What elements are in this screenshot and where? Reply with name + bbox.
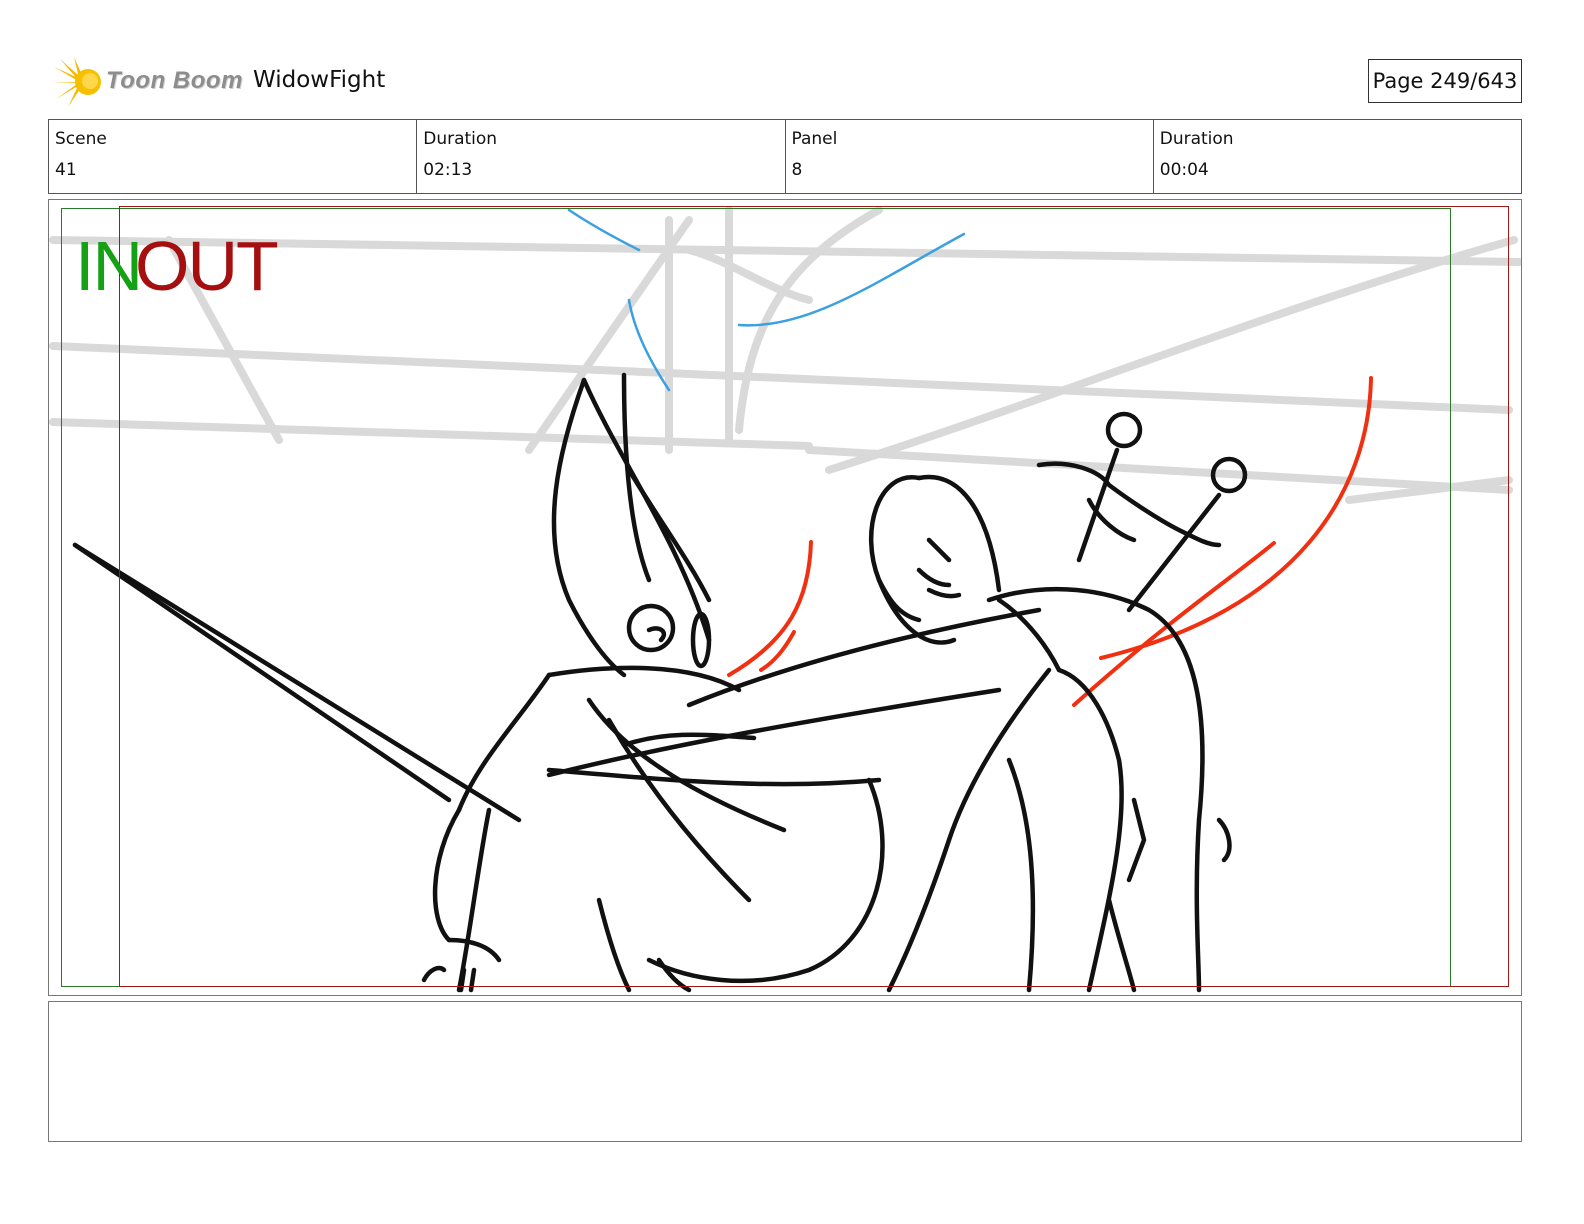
scene-duration-label: Duration xyxy=(423,129,498,149)
scene-value: 41 xyxy=(55,160,77,180)
scene-info-table: Scene 41 Duration 02:13 Panel 8 Duration… xyxy=(48,119,1522,194)
burst-icon xyxy=(52,57,101,107)
camera-out-frame xyxy=(119,206,1509,987)
panel-duration-cell: Duration 00:04 xyxy=(1154,120,1521,193)
panel-duration-value: 00:04 xyxy=(1159,160,1209,180)
logo-text: Toon Boom xyxy=(106,67,243,94)
panel-notes-box xyxy=(48,1001,1522,1142)
panel-duration-label: Duration xyxy=(1159,129,1234,149)
project-title: WidowFight xyxy=(253,67,386,93)
scene-duration-cell: Duration 02:13 xyxy=(417,120,786,193)
in-label: IN xyxy=(75,227,143,305)
out-label: OUT xyxy=(135,227,279,305)
panel-value: 8 xyxy=(791,160,803,180)
scene-duration-value: 02:13 xyxy=(423,160,473,180)
panel-label: Panel xyxy=(791,129,838,149)
toon-boom-logo: Toon Boom xyxy=(52,57,242,107)
panel-cell: Panel 8 xyxy=(786,120,1154,193)
storyboard-panel: IN OUT xyxy=(48,199,1522,996)
scene-cell: Scene 41 xyxy=(49,120,418,193)
page-counter: Page 249/643 xyxy=(1368,59,1522,103)
storyboard-header: Toon Boom WidowFight Page 249/643 xyxy=(48,55,1522,110)
scene-label: Scene xyxy=(55,129,107,149)
